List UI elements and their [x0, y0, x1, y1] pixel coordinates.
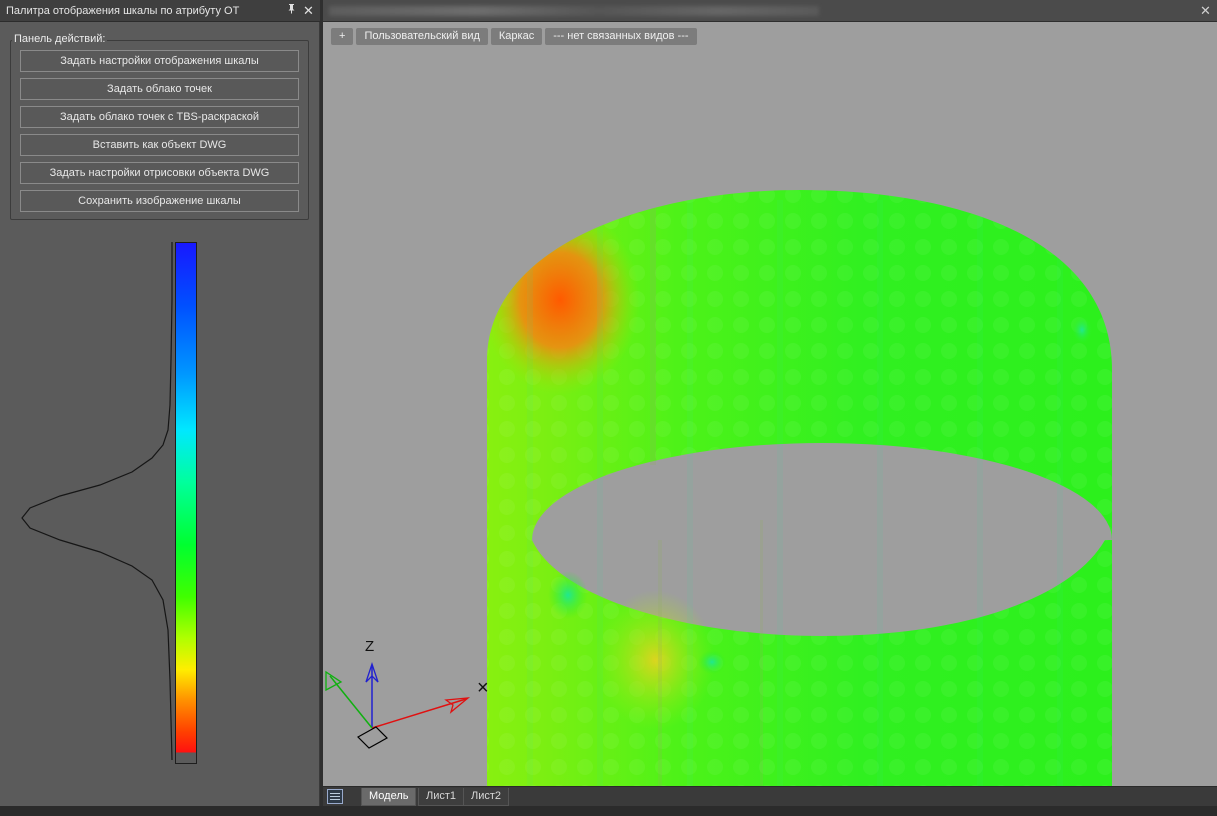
- actions-panel-label: Панель действий:: [12, 33, 108, 45]
- pin-icon[interactable]: [284, 3, 299, 18]
- set-scale-display-settings-button[interactable]: Задать настройки отображения шкалы: [20, 50, 299, 72]
- tank-shell: [487, 190, 1112, 786]
- insert-as-dwg-button[interactable]: Вставить как объект DWG: [20, 134, 299, 156]
- visual-style-button[interactable]: Каркас: [490, 28, 543, 45]
- view-preset-button[interactable]: Пользовательский вид: [356, 28, 488, 45]
- viewport-controls: + Пользовательский вид Каркас --- нет св…: [331, 28, 697, 45]
- blurred-drawing-title: [329, 6, 819, 16]
- layout-list-icon[interactable]: [327, 789, 343, 804]
- drawing-title-bar[interactable]: ✕: [323, 0, 1217, 22]
- scale-palette-panel: Палитра отображения шкалы по атрибуту ОТ…: [0, 0, 320, 806]
- set-point-cloud-tbs-button[interactable]: Задать облако точек с TBS-раскраской: [20, 106, 299, 128]
- set-dwg-render-settings-button[interactable]: Задать настройки отрисовки объекта DWG: [20, 162, 299, 184]
- linked-views-button[interactable]: --- нет связанных видов ---: [545, 28, 697, 45]
- set-point-cloud-button[interactable]: Задать облако точек: [20, 78, 299, 100]
- close-icon[interactable]: ✕: [1198, 3, 1213, 18]
- tab-model[interactable]: Модель: [361, 788, 417, 806]
- tab-sheet2[interactable]: Лист2: [463, 788, 510, 806]
- layout-tabs-bar: Модель Лист1 Лист2: [323, 786, 1217, 806]
- save-scale-image-button[interactable]: Сохранить изображение шкалы: [20, 190, 299, 212]
- tab-sheet1[interactable]: Лист1: [418, 788, 465, 806]
- color-scale-area: [0, 240, 320, 770]
- ucs-icon: [325, 661, 471, 749]
- ucs-x-marker: ×: [477, 677, 489, 699]
- viewport-menu-button[interactable]: +: [331, 28, 354, 45]
- model-viewport[interactable]: Z × ✕ + Пользовательский вид Каркас --- …: [323, 0, 1217, 806]
- palette-title-bar[interactable]: Палитра отображения шкалы по атрибуту ОТ…: [0, 0, 320, 22]
- point-cloud-scene[interactable]: [323, 0, 1217, 786]
- color-scale-bar: [175, 242, 197, 764]
- palette-title: Палитра отображения шкалы по атрибуту ОТ: [6, 5, 240, 17]
- distribution-histogram: [21, 242, 173, 761]
- ucs-z-label: Z: [365, 638, 375, 655]
- status-strip: [0, 806, 1217, 816]
- close-icon[interactable]: ✕: [301, 3, 316, 18]
